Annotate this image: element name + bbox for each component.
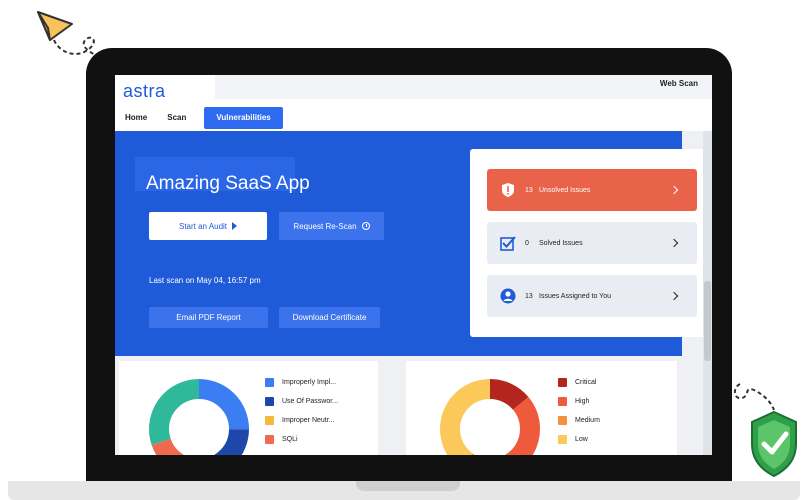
download-certificate-button[interactable]: Download Certificate — [279, 307, 380, 328]
request-rescan-button[interactable]: Request Re-Scan — [279, 212, 384, 240]
scrollbar[interactable] — [703, 131, 712, 455]
issue-count: 13 — [525, 292, 533, 300]
play-icon — [232, 222, 238, 230]
legend-swatch — [265, 435, 274, 444]
severity-legend: Critical High Medium Low — [558, 373, 600, 449]
chevron-right-icon — [669, 185, 679, 195]
nav-home[interactable]: Home — [115, 107, 157, 129]
issue-label: Solved Issues — [539, 239, 583, 247]
download-certificate-label: Download Certificate — [292, 313, 367, 322]
top-bar: astra Web Scan Home Scan Vulnerabilities — [115, 75, 712, 131]
top-strip — [215, 75, 712, 99]
legend-label: High — [575, 398, 590, 405]
app-screen: astra Web Scan Home Scan Vulnerabilities… — [115, 75, 712, 455]
web-scan-label[interactable]: Web Scan — [660, 79, 698, 88]
laptop-notch — [356, 481, 460, 491]
severity-card: Critical High Medium Low — [406, 361, 677, 455]
legend-item[interactable]: Use Of Passwor... — [265, 392, 338, 411]
legend-item[interactable]: High — [558, 392, 600, 411]
issue-label: Unsolved Issues — [539, 186, 591, 194]
legend-item[interactable]: Medium — [558, 411, 600, 430]
last-scan-text: Last scan on May 04, 16:57 pm — [149, 276, 261, 285]
severity-donut — [440, 379, 540, 455]
page-title: Amazing SaaS App — [146, 173, 310, 194]
legend-item[interactable]: Critical — [558, 373, 600, 392]
legend-swatch — [558, 435, 567, 444]
legend-swatch — [265, 416, 274, 425]
scroll-thumb[interactable] — [704, 281, 711, 361]
nav-vulnerabilities[interactable]: Vulnerabilities — [204, 107, 283, 129]
user-circle-icon — [499, 288, 517, 304]
legend-swatch — [558, 416, 567, 425]
legend-item[interactable]: Improperly Impl... — [265, 373, 338, 392]
legend-item[interactable]: Low — [558, 430, 600, 449]
unsolved-issues-row[interactable]: 13 Unsolved Issues — [487, 169, 697, 211]
issue-label: Issues Assigned to You — [539, 292, 611, 300]
legend-swatch — [265, 378, 274, 387]
legend-item[interactable]: SQLi — [265, 430, 338, 449]
start-audit-label: Start an Audit — [178, 221, 228, 231]
issues-panel: 13 Unsolved Issues 0 Solved Issues 13 Is… — [470, 149, 706, 337]
vulnerability-types-legend: Improperly Impl... Use Of Passwor... Imp… — [265, 373, 338, 449]
vulnerability-types-card: Improperly Impl... Use Of Passwor... Imp… — [119, 361, 378, 455]
chevron-right-icon — [669, 291, 679, 301]
nav-scan[interactable]: Scan — [157, 107, 196, 129]
page: astra Web Scan Home Scan Vulnerabilities… — [0, 0, 806, 500]
legend-label: Low — [575, 436, 588, 443]
legend-label: Critical — [575, 379, 597, 386]
astra-logo[interactable]: astra — [123, 81, 166, 102]
legend-swatch — [558, 397, 567, 406]
chevron-right-icon — [669, 238, 679, 248]
legend-label: Use Of Passwor... — [282, 398, 339, 405]
vulnerability-types-donut — [149, 379, 249, 455]
request-rescan-label: Request Re-Scan — [293, 221, 357, 231]
legend-swatch — [265, 397, 274, 406]
start-audit-button[interactable]: Start an Audit — [149, 212, 267, 240]
legend-label: Improperly Impl... — [282, 379, 337, 386]
main-nav: Home Scan Vulnerabilities — [115, 106, 283, 130]
email-pdf-report-button[interactable]: Email PDF Report — [149, 307, 268, 328]
issue-count: 0 — [525, 239, 529, 247]
checkbox-icon — [499, 235, 517, 251]
issue-count: 13 — [525, 186, 533, 194]
assigned-issues-row[interactable]: 13 Issues Assigned to You — [487, 275, 697, 317]
email-report-label: Email PDF Report — [176, 313, 241, 322]
legend-label: Medium — [575, 417, 600, 424]
clock-icon — [361, 222, 370, 230]
solved-issues-row[interactable]: 0 Solved Issues — [487, 222, 697, 264]
legend-label: SQLi — [282, 436, 298, 443]
legend-item[interactable]: Improper Neutr... — [265, 411, 338, 430]
legend-label: Improper Neutr... — [282, 417, 335, 424]
legend-swatch — [558, 378, 567, 387]
alert-shield-icon — [499, 182, 517, 198]
security-shield-icon — [734, 383, 797, 478]
